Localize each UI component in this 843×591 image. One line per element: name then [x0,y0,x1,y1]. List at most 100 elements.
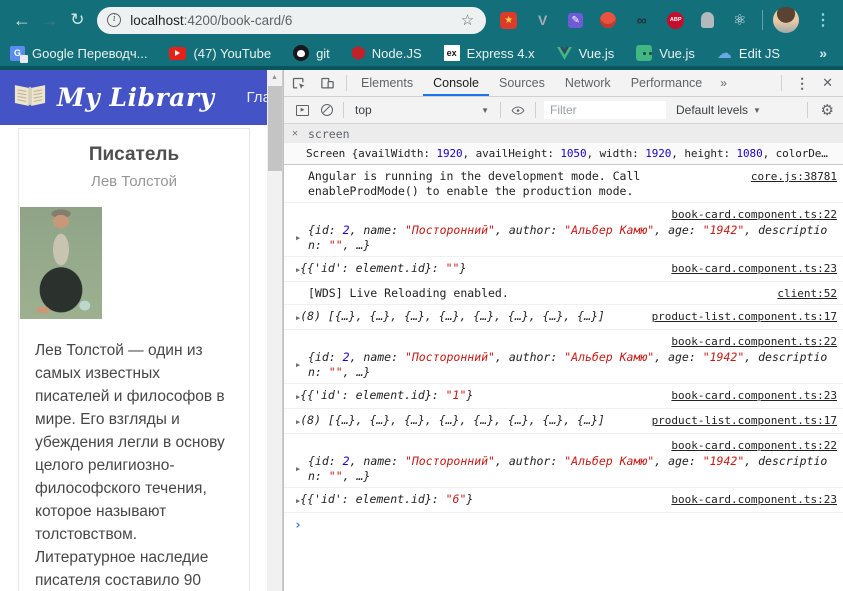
bookmark-editjs[interactable]: ☁ Edit JS [717,44,780,62]
card-description: Лев Толстой — один из самых известных пи… [35,342,225,589]
bookmark-vuejs[interactable]: Vue.js [556,46,614,61]
devtools-tab-bar: Elements Console Sources Network Performance… [284,70,843,97]
chevron-down-icon: ▼ [753,105,761,115]
tab-performance[interactable]: Performance [621,70,713,96]
adblock-plus-extension-icon[interactable]: ABP [667,11,685,29]
source-link[interactable]: book-card.component.ts:23 [671,261,837,276]
console-message: core.js:38781 Angular is running in the d… [284,165,843,203]
execution-context-select[interactable]: top ▼ [348,103,496,117]
devtools-tabs: Elements Console Sources Network Performance [351,70,712,96]
reload-button[interactable]: ↻ [64,6,92,34]
bookmarks-bar: G Google Переводч... (47) YouTube git Node.J… [0,40,843,66]
bookmark-label: (47) YouTube [193,45,272,61]
tab-label: Elements [361,76,414,90]
tab-label: Console [433,76,479,90]
stylus-extension-icon[interactable]: ✎ [568,12,584,28]
vue-gray-extension-icon[interactable]: V [534,12,551,29]
console-message-text: [WDS] Live Reloading enabled. [308,286,509,300]
source-link[interactable]: book-card.component.ts:22 [671,335,837,348]
devtools-menu-icon[interactable]: ⋮ [786,75,818,92]
log-levels-select[interactable]: Default levels ▼ [676,103,761,117]
ghost-extension-icon[interactable] [701,12,715,28]
source-link[interactable]: book-card.component.ts:23 [671,388,837,403]
tab-network[interactable]: Network [555,70,621,96]
object-preview: {id: 2, name: "Посторонний", author: "Ал… [308,350,828,379]
console-message: book-card.component.ts:22 ▶ {id: 2, name: … [284,330,843,384]
live-expression-eye-icon[interactable] [505,104,531,117]
bookmark-label: Google Переводч... [32,45,148,61]
source-link[interactable]: product-list.component.ts:17 [652,309,837,324]
console-prompt-chevron-icon: › [294,518,302,533]
expand-triangle-icon[interactable]: ▶ [296,230,308,246]
toolbar-divider [806,102,808,118]
expand-triangle-icon[interactable]: ▶ [296,461,308,477]
console-message: product-list.component.ts:17 ▶(8) [{…}, {… [284,305,843,330]
expand-triangle-icon[interactable]: ▶ [296,357,308,373]
scrollbar-up-arrow[interactable]: ▲ [267,70,282,85]
red-character-extension-icon[interactable] [600,12,617,28]
card-subtitle: Лев Толстой [90,173,177,190]
chevron-down-icon: ▼ [481,105,489,115]
page-info-icon[interactable]: i [107,13,122,27]
browser-menu-icon[interactable]: ⋮ [811,10,835,30]
source-link[interactable]: client:52 [777,286,837,301]
tab-label: Network [564,76,611,90]
scrollbar-thumb[interactable] [268,86,282,171]
nav-item-home[interactable]: Глав [247,89,267,106]
source-link[interactable]: core.js:38781 [751,169,837,184]
remove-live-expression-button[interactable]: ✕ [292,128,308,139]
object-preview: (8) [{…}, {…}, {…}, {…}, {…}, {…}, {…}, … [300,413,605,427]
library-book-icon [13,82,47,113]
tab-elements[interactable]: Elements [351,70,423,96]
console-filter-input[interactable] [544,101,666,119]
youtube-icon [169,46,187,60]
console-settings-gear-icon[interactable]: ⚙ [812,101,843,119]
devtools-close-icon[interactable]: ✕ [818,75,843,91]
react-devtools-extension-icon[interactable]: ⚛ [731,12,748,29]
bookmark-vue-devtools[interactable]: Vue.js [636,45,695,61]
inspect-element-icon[interactable] [284,76,313,91]
bookmark-star-icon[interactable]: ☆ [459,11,476,29]
source-link[interactable]: book-card.component.ts:22 [671,439,837,452]
source-link[interactable]: product-list.component.ts:17 [652,413,837,428]
console-message: product-list.component.ts:17 ▶(8) [{…}, {… [284,409,843,434]
live-expression-text[interactable]: screen [308,127,350,141]
forward-button[interactable]: → [36,6,64,34]
console-sidebar-icon[interactable]: ▶ [296,104,309,116]
object-preview: {id: 2, name: "Посторонний", author: "Ал… [308,454,828,483]
back-button[interactable]: ← [8,6,36,34]
more-tabs-button[interactable]: » [712,76,735,90]
bookmarks-overflow-button[interactable]: » [813,45,833,61]
tab-sources[interactable]: Sources [489,70,555,96]
bookmark-github[interactable]: git [293,45,330,61]
profile-avatar[interactable] [773,7,799,33]
editjs-icon: ☁ [716,45,732,62]
context-label: top [355,103,372,117]
bookmarks-list: G Google Переводч... (47) YouTube git Node.J… [10,44,802,63]
url-path: :4200/book-card/6 [183,12,293,28]
page-scrollbar[interactable]: ▲ [267,70,283,591]
extension-icons: ★ V ✎ ∞ ABP ⚛ [500,11,748,29]
source-link[interactable]: book-card.component.ts:22 [671,208,837,221]
bookmark-youtube[interactable]: (47) YouTube [169,46,271,61]
tab-console[interactable]: Console [423,70,489,96]
device-toolbar-icon[interactable] [313,76,342,91]
binoculars-extension-icon[interactable]: ∞ [633,12,650,29]
source-link[interactable]: book-card.component.ts:23 [671,492,837,507]
console-prompt[interactable]: › [284,513,843,537]
object-preview: (8) [{…}, {…}, {…}, {…}, {…}, {…}, {…}, … [300,309,605,323]
card-title: Писатель [88,144,180,165]
soviet-badge-extension-icon[interactable]: ★ [500,11,518,29]
bookmark-express[interactable]: ex Express 4.x [443,45,535,61]
nodejs-icon [351,46,365,60]
clear-console-icon[interactable] [321,104,333,116]
url-text[interactable]: localhost:4200/book-card/6 [130,13,458,28]
bookmark-google-translate[interactable]: G Google Переводч... [10,45,148,63]
live-expression-result: Screen {availWidth: 1920, availHeight: 1… [284,143,843,164]
address-bar[interactable]: i localhost:4200/book-card/6 ☆ [97,6,487,34]
bookmark-label: Vue.js [659,45,695,61]
vue-icon [556,46,572,60]
object-preview: {{'id': element.id}: "6"} [300,492,474,506]
bookmark-nodejs[interactable]: Node.JS [351,46,422,61]
toolbar-divider [346,75,347,91]
